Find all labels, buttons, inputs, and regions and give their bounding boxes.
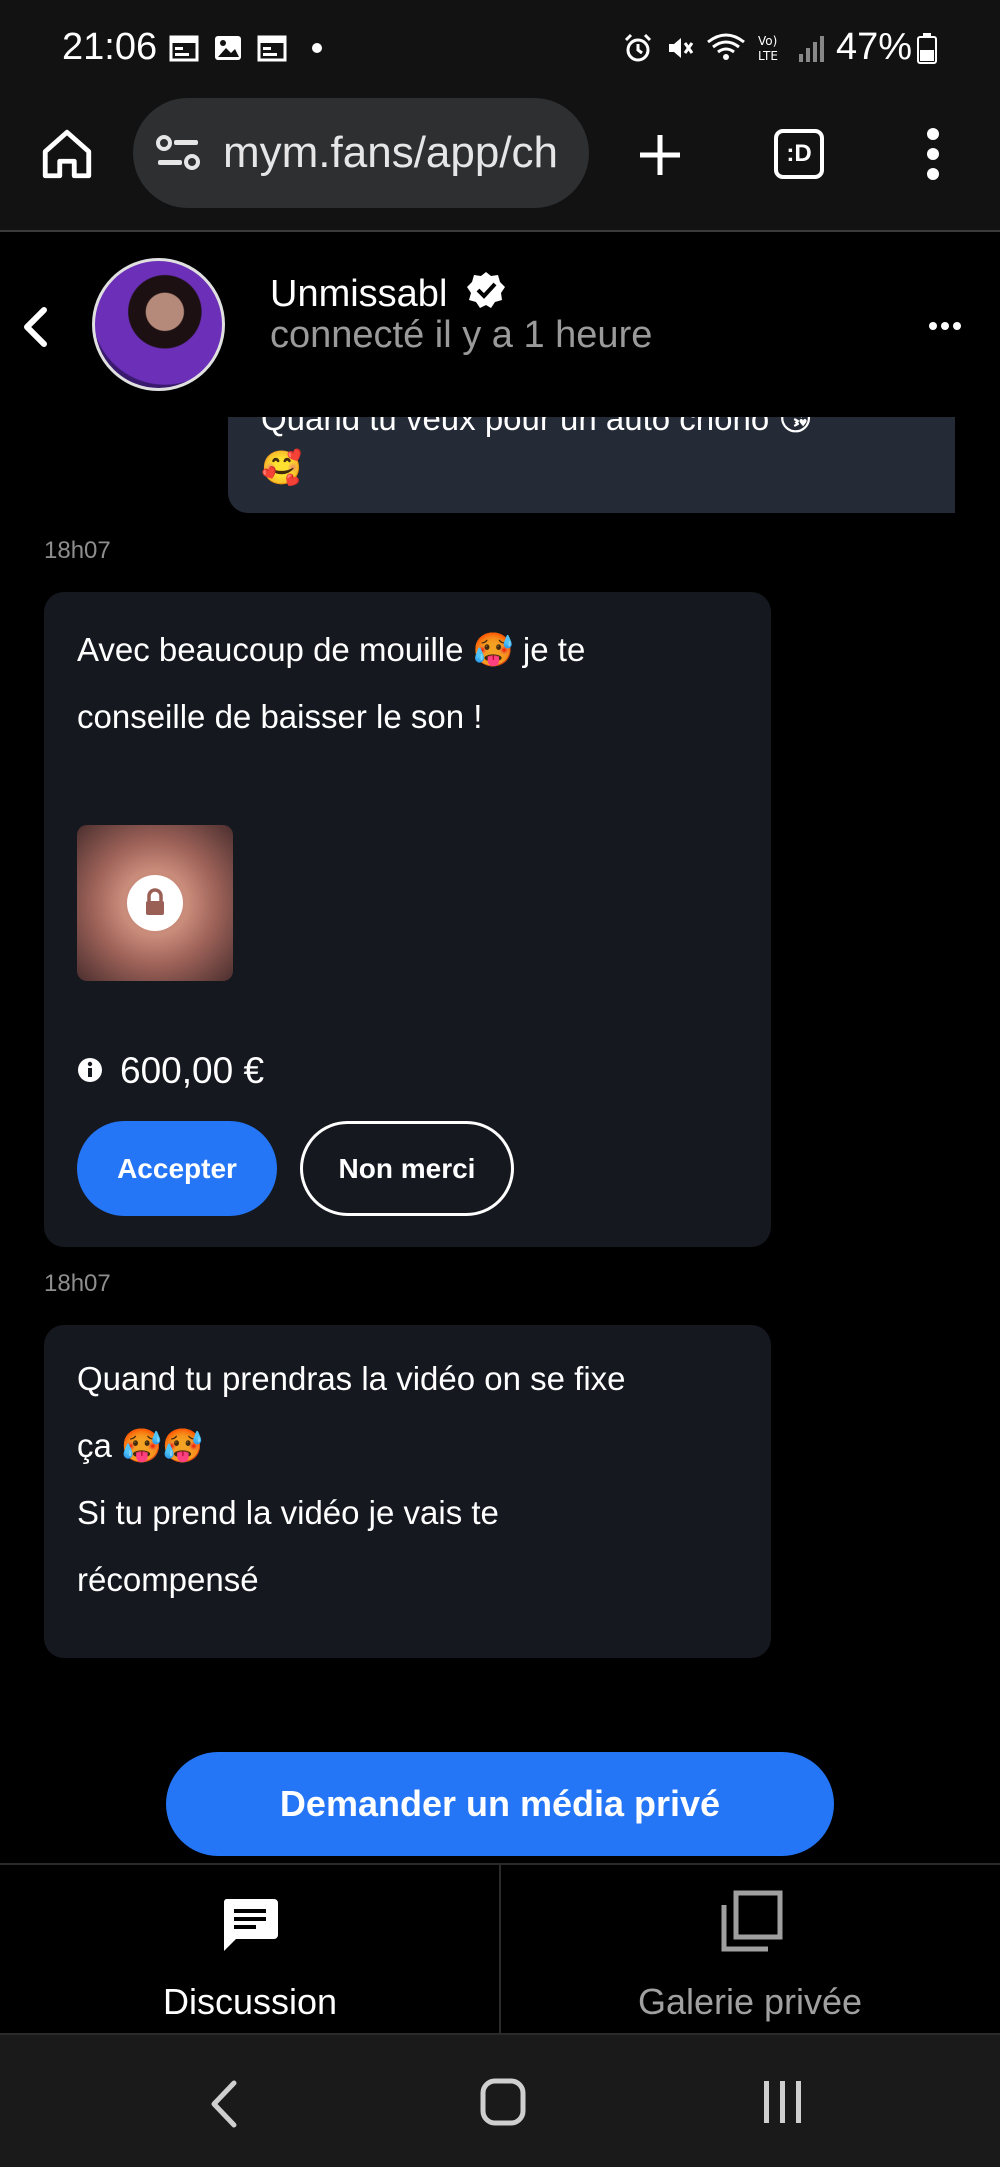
browser-toolbar: mym.fans/app/ch :D	[0, 95, 1000, 232]
url-text: mym.fans/app/ch	[223, 128, 559, 177]
verified-badge-icon	[466, 272, 505, 308]
message-text: 🥰	[261, 449, 303, 486]
volte-icon: Vo)LTE	[758, 34, 778, 63]
tab-private-gallery[interactable]: Galerie privée	[500, 1865, 1000, 2035]
request-private-media-button[interactable]: Demander un média privé	[166, 1752, 834, 1856]
more-vert-icon[interactable]	[918, 127, 948, 181]
contact-name-text: Unmissabl	[270, 273, 448, 315]
contact-name: Unmissabl	[270, 270, 506, 316]
battery-icon	[917, 33, 937, 64]
tab-label: Galerie privée	[637, 1981, 863, 2022]
home-icon[interactable]	[38, 125, 96, 183]
decline-button[interactable]: Non merci	[300, 1121, 514, 1216]
contact-status: connecté il y a 1 heure	[270, 314, 653, 356]
address-bar[interactable]: mym.fans/app/ch	[133, 98, 589, 208]
site-settings-icon[interactable]	[155, 134, 201, 172]
system-navigation-bar	[0, 2035, 1000, 2167]
message-text: Avec beaucoup de mouille 🥵 je te	[77, 631, 586, 668]
tab-switcher-icon[interactable]: :D	[774, 129, 824, 179]
paid-media-offer-bubble: Avec beaucoup de mouille 🥵 je te conseil…	[44, 592, 771, 1247]
image-icon	[215, 36, 241, 60]
new-tab-icon[interactable]	[636, 131, 684, 179]
accept-button[interactable]: Accepter	[77, 1121, 277, 1216]
status-time: 21:06	[62, 26, 158, 68]
chat-icon	[223, 1899, 278, 1951]
gallery-icon	[721, 1890, 783, 1952]
chat-header: Unmissabl connecté il y a 1 heure	[0, 232, 1000, 417]
incoming-message-bubble: Quand tu prendras la vidéo on se fixe ça…	[44, 1325, 771, 1658]
bottom-tab-bar: Discussion Galerie privée	[0, 1863, 1000, 2035]
price-label: 600,00 €	[120, 1050, 265, 1091]
message-text: récompensé	[77, 1561, 259, 1598]
lock-icon	[127, 875, 183, 931]
message-text: conseille de baisser le son !	[77, 698, 483, 735]
chat-messages: Quand tu veux pour un auto choho 😘 🥰 18h…	[0, 417, 1000, 1863]
locked-media-thumbnail[interactable]	[77, 825, 233, 981]
wifi-icon	[707, 33, 745, 60]
message-text: Quand tu veux pour un auto choho 😘	[261, 417, 813, 437]
recents-nav-icon[interactable]	[760, 2079, 806, 2125]
battery-percent: 47%	[836, 26, 913, 68]
more-horiz-icon[interactable]	[928, 320, 962, 332]
dot-icon	[312, 43, 322, 53]
message-text: Si tu prend la vidéo je vais te	[77, 1494, 499, 1531]
svg-text:LTE: LTE	[758, 49, 778, 63]
calendar-icon	[257, 35, 287, 62]
message-text: ça 🥵🥵	[77, 1427, 204, 1464]
calendar-icon	[169, 35, 199, 62]
avatar[interactable]	[92, 258, 225, 391]
alarm-icon	[624, 33, 652, 62]
back-icon[interactable]	[20, 306, 50, 348]
signal-icon	[799, 36, 824, 62]
svg-text:Vo): Vo)	[758, 34, 777, 48]
message-text: Quand tu prendras la vidéo on se fixe	[77, 1360, 626, 1397]
status-bar: 21:06 Vo) LTE 47%	[0, 0, 1000, 95]
tab-discussion[interactable]: Discussion	[0, 1865, 500, 2035]
tab-switcher-label: :D	[786, 140, 812, 167]
home-nav-icon[interactable]	[479, 2077, 527, 2127]
mute-icon	[669, 38, 694, 58]
back-nav-icon[interactable]	[206, 2079, 242, 2129]
outgoing-message-bubble: Quand tu veux pour un auto choho 😘 🥰	[228, 417, 955, 513]
tab-label: Discussion	[162, 1981, 338, 2022]
info-icon[interactable]	[77, 1057, 103, 1083]
message-time: 18h07	[44, 1270, 111, 1297]
message-time: 18h07	[44, 537, 111, 564]
